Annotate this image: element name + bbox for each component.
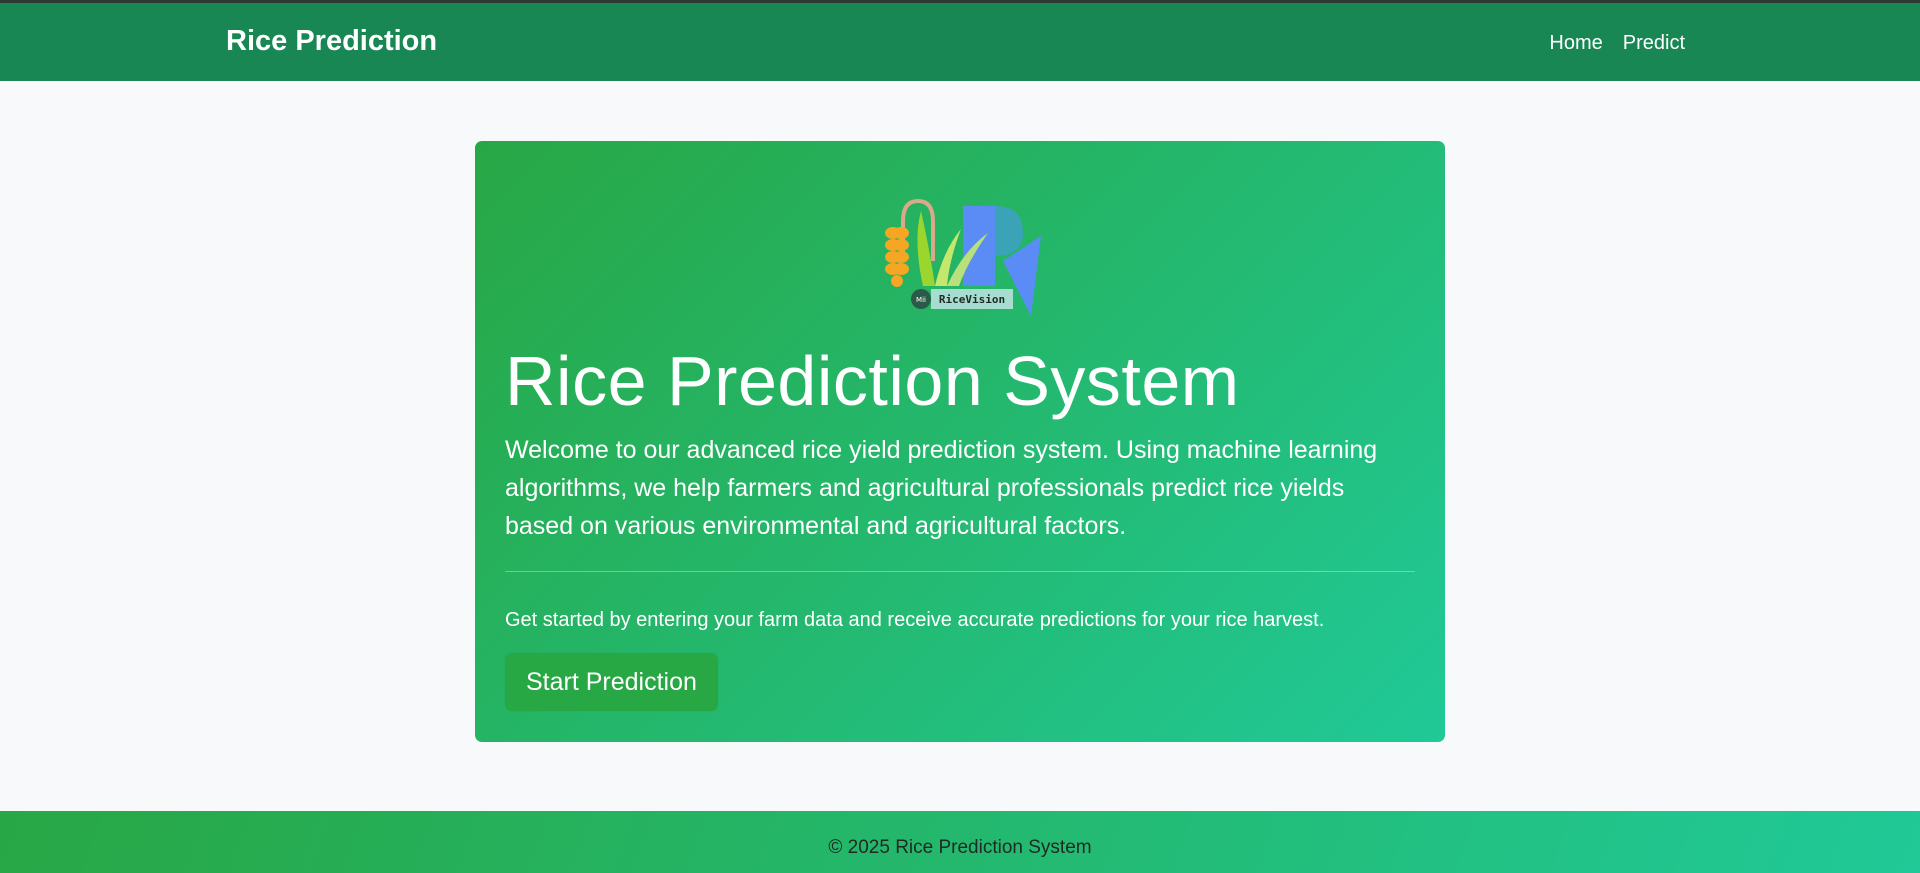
hero-lead: Welcome to our advanced rice yield predi… — [505, 436, 1378, 540]
logo-circle-text: Mii — [916, 296, 926, 304]
start-prediction-button[interactable]: Start Prediction — [505, 653, 718, 711]
hero-divider — [505, 571, 1415, 572]
footer-text: © 2025 Rice Prediction System — [828, 837, 1092, 858]
nav-links: Home Predict — [1549, 32, 1685, 55]
nav-link-predict[interactable]: Predict — [1623, 32, 1685, 55]
nav-link-home[interactable]: Home — [1549, 32, 1602, 55]
hero-text: Get started by entering your farm data a… — [505, 609, 1325, 631]
footer: © 2025 Rice Prediction System — [0, 811, 1920, 873]
logo-badge-text: RiceVision — [939, 293, 1005, 306]
hero-title: Rice Prediction System — [505, 342, 1240, 420]
ricevision-logo: RiceVision Mii — [885, 198, 1041, 316]
navbar: Rice Prediction Home Predict — [0, 0, 1920, 81]
hero-card: RiceVision Mii Rice Prediction System We… — [475, 141, 1445, 742]
navbar-brand[interactable]: Rice Prediction — [226, 25, 437, 58]
